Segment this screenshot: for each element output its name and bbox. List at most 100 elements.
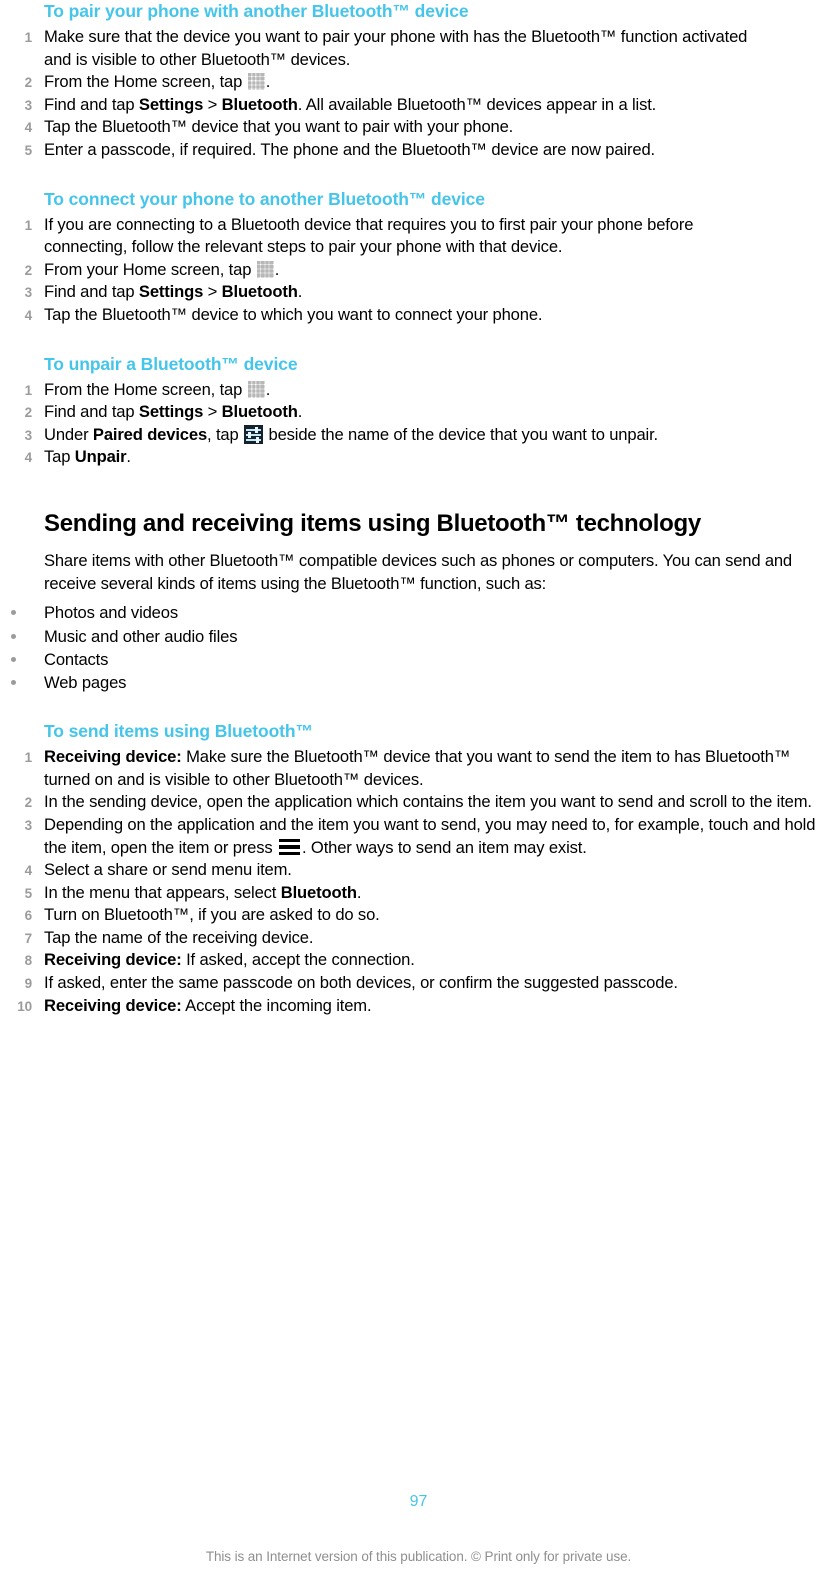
list-item: 1 From the Home screen, tap . xyxy=(0,379,837,402)
step-text: In the sending device, open the applicat… xyxy=(44,792,812,812)
step-text: Find and tap Settings > Bluetooth. xyxy=(44,401,837,424)
step-text-post: . xyxy=(126,447,131,467)
step-text-pre: Find and tap xyxy=(44,402,139,422)
list-item: 6 Turn on Bluetooth™, if you are asked t… xyxy=(0,904,837,927)
emphasis-settings: Settings xyxy=(138,282,204,302)
step-text: Enter a passcode, if required. The phone… xyxy=(44,139,655,159)
step-number: 1 xyxy=(24,217,33,233)
intro-paragraph: Share items with other Bluetooth™ compat… xyxy=(44,550,792,594)
bullet-icon xyxy=(11,633,16,639)
step-text: From your Home screen, tap . xyxy=(44,259,837,282)
bullet-text: Contacts xyxy=(44,649,109,669)
list-item: Contacts xyxy=(0,648,837,671)
step-number: 7 xyxy=(24,930,33,946)
step-text-post: . xyxy=(274,259,280,279)
list-item: 5 In the menu that appears, select Bluet… xyxy=(0,882,837,905)
step-text: Make sure that the device you want to pa… xyxy=(44,27,748,69)
step-number: 4 xyxy=(24,120,33,136)
bullet-icon xyxy=(11,656,16,662)
steps-unpair: 1 From the Home screen, tap . 2 Find and… xyxy=(0,379,837,469)
list-item: 3 Find and tap Settings > Bluetooth. xyxy=(0,281,837,304)
list-item: 10 Receiving device: Accept the incoming… xyxy=(0,995,837,1018)
step-text-pre: Under xyxy=(44,424,93,444)
step-number: 2 xyxy=(24,795,33,811)
step-text: From the Home screen, tap . xyxy=(44,379,837,402)
step-number: 1 xyxy=(24,30,33,45)
step-text-pre: In the menu that appears, select xyxy=(44,882,281,902)
list-item: 4 Tap Unpair. xyxy=(0,446,837,469)
emphasis-paired-devices: Paired devices xyxy=(92,424,208,444)
step-number: 3 xyxy=(24,285,33,301)
step-text-pre: Find and tap xyxy=(44,282,139,302)
lead-receiving-device: Receiving device: xyxy=(44,995,182,1015)
steps-connect: 1 If you are connecting to a Bluetooth d… xyxy=(0,214,837,327)
app-drawer-icon xyxy=(247,73,265,91)
list-item: 3 Find and tap Settings > Bluetooth. All… xyxy=(0,94,837,117)
step-text-pre: Tap xyxy=(44,447,75,467)
step-text-pre: From your Home screen, tap xyxy=(44,259,256,279)
step-number: 1 xyxy=(24,750,33,766)
emphasis-bluetooth: Bluetooth xyxy=(221,94,298,114)
step-number: 3 xyxy=(24,427,33,443)
section-heading-connect: To connect your phone to another Bluetoo… xyxy=(44,188,485,209)
step-text-post: . Other ways to send an item may exist. xyxy=(302,837,587,857)
section-heading-send-items: To send items using Bluetooth™ xyxy=(44,721,313,742)
step-text: Receiving device: If asked, accept the c… xyxy=(44,949,837,972)
step-text-pre: From the Home screen, tap xyxy=(44,72,247,92)
list-item: Photos and videos xyxy=(0,601,837,624)
list-item: 4 Tap the Bluetooth™ device to which you… xyxy=(0,304,837,327)
menu-icon xyxy=(279,838,301,856)
step-number: 2 xyxy=(24,405,33,421)
step-text: Tap the Bluetooth™ device that you want … xyxy=(44,117,514,137)
steps-send-items: 1 Receiving device: Make sure the Blueto… xyxy=(0,746,837,1017)
list-item: 3 Depending on the application and the i… xyxy=(0,814,837,859)
step-text-post: . xyxy=(297,282,303,302)
step-text-pre: Find and tap xyxy=(44,94,139,114)
list-item: Music and other audio files xyxy=(0,625,837,648)
step-number: 4 xyxy=(24,863,33,879)
list-item: 4 Select a share or send menu item. xyxy=(0,859,837,882)
emphasis-settings: Settings xyxy=(138,94,204,114)
emphasis-bluetooth: Bluetooth xyxy=(280,882,357,902)
steps-pair: 1 Make sure that the device you want to … xyxy=(0,26,837,162)
step-text: Find and tap Settings > Bluetooth. All a… xyxy=(44,94,837,117)
page-number: 97 xyxy=(409,1493,428,1510)
step-number: 6 xyxy=(24,908,33,924)
emphasis-settings: Settings xyxy=(138,402,204,422)
bullet-text: Web pages xyxy=(44,672,127,692)
step-text: Receiving device: Make sure the Bluetoot… xyxy=(44,746,837,791)
step-text: Find and tap Settings > Bluetooth. xyxy=(44,281,837,304)
page-content: To pair your phone with another Bluetoot… xyxy=(0,0,837,1017)
bullet-text: Photos and videos xyxy=(44,603,178,623)
app-drawer-icon xyxy=(256,260,274,278)
step-number: 4 xyxy=(24,307,33,323)
list-item: 9 If asked, enter the same passcode on b… xyxy=(0,972,837,995)
list-item: 2 Find and tap Settings > Bluetooth. xyxy=(0,401,837,424)
footer-copyright-note: This is an Internet version of this publ… xyxy=(205,1549,632,1564)
lead-receiving-device: Receiving device: xyxy=(44,747,182,767)
manual-page: To pair your phone with another Bluetoot… xyxy=(0,0,837,1590)
step-text-post: beside the name of the device that you w… xyxy=(264,424,659,444)
list-item: 3 Under Paired devices, tap beside the n… xyxy=(0,424,837,447)
list-item: 7 Tap the name of the receiving device. xyxy=(0,927,837,950)
step-text: If you are connecting to a Bluetooth dev… xyxy=(44,214,694,257)
step-text: Depending on the application and the ite… xyxy=(44,814,837,859)
list-item: 1 Make sure that the device you want to … xyxy=(0,26,837,71)
step-text: Tap the Bluetooth™ device to which you w… xyxy=(44,304,543,324)
lead-receiving-device: Receiving device: xyxy=(44,950,182,970)
step-number: 1 xyxy=(24,382,33,398)
step-number: 5 xyxy=(24,142,33,158)
step-text: If asked, enter the same passcode on bot… xyxy=(44,973,678,993)
emphasis-bluetooth: Bluetooth xyxy=(221,282,298,302)
list-item: 2 From the Home screen, tap . xyxy=(0,71,837,94)
separator: > xyxy=(203,282,222,302)
bullet-text: Music and other audio files xyxy=(44,626,238,646)
step-number: 9 xyxy=(24,976,33,992)
step-text: In the menu that appears, select Bluetoo… xyxy=(44,882,837,905)
bullet-icon xyxy=(11,679,16,685)
step-number: 4 xyxy=(24,450,33,466)
step-number: 5 xyxy=(24,885,33,901)
